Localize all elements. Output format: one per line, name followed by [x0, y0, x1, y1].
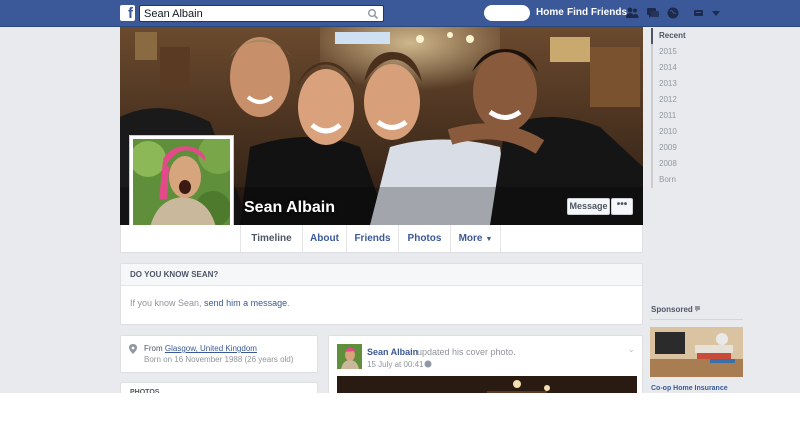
friend-requests-icon[interactable] [625, 6, 639, 20]
privacy-shortcuts-icon[interactable] [693, 6, 707, 20]
sponsored-heading: Sponsored [651, 305, 703, 314]
tab-more-label: More [458, 233, 483, 244]
year-2014[interactable]: 2014 [651, 60, 731, 76]
notifications-globe-icon[interactable] [666, 6, 680, 20]
tab-friends[interactable]: Friends [346, 225, 398, 252]
hometown-label: From [144, 344, 165, 353]
year-recent[interactable]: Recent [651, 28, 731, 44]
message-button[interactable]: Message [567, 198, 610, 215]
search-icon[interactable] [367, 8, 379, 20]
sponsored-divider [650, 319, 743, 320]
post-author-name[interactable]: Sean Albain [367, 347, 418, 357]
user-profile-link[interactable] [484, 5, 530, 21]
tab-more[interactable]: More ▼ [450, 225, 501, 252]
facebook-logo-icon[interactable]: f [120, 5, 135, 21]
ad-image[interactable] [650, 327, 743, 377]
year-born[interactable]: Born [651, 172, 731, 188]
sponsored-label[interactable]: Sponsored [651, 305, 693, 314]
post-author-avatar[interactable] [337, 344, 362, 369]
ad-title[interactable]: Co-op Home Insurance [651, 385, 728, 392]
send-message-link[interactable]: send him a message [204, 298, 287, 308]
account-menu-chevron-down-icon[interactable] [709, 6, 723, 20]
more-options-button[interactable]: ••• [611, 198, 633, 215]
year-2015[interactable]: 2015 [651, 44, 731, 60]
year-2010[interactable]: 2010 [651, 124, 731, 140]
tab-about[interactable]: About [302, 225, 346, 252]
public-globe-icon [424, 360, 432, 368]
birthday-text: Born on 16 November 1988 (26 years old) [144, 355, 294, 364]
chevron-down-icon: ▼ [485, 236, 493, 243]
profile-picture-image [133, 139, 230, 238]
intro-card: From Glasgow, United Kingdom Born on 16 … [120, 335, 318, 373]
search-input[interactable] [140, 6, 365, 21]
year-2011[interactable]: 2011 [651, 108, 731, 124]
timeline-year-nav: Recent 2015 2014 2013 2012 2011 2010 200… [651, 28, 731, 188]
location-pin-icon [129, 344, 137, 354]
post-timestamp[interactable]: 15 July at 00:41 · [367, 360, 428, 369]
profile-name[interactable]: Sean Albain [244, 199, 335, 217]
do-you-know-title: DO YOU KNOW SEAN? [121, 264, 642, 286]
post-action-text: updated his cover photo. [417, 347, 516, 357]
year-2009[interactable]: 2009 [651, 140, 731, 156]
do-you-know-prefix: If you know Sean, [130, 298, 205, 308]
post-options-chevron-icon[interactable]: ⌄ [627, 344, 635, 355]
bottom-blank-area [0, 393, 800, 425]
hometown-link[interactable]: Glasgow, United Kingdom [165, 344, 257, 353]
year-2012[interactable]: 2012 [651, 92, 731, 108]
home-link[interactable]: Home [536, 7, 564, 18]
tab-photos[interactable]: Photos [398, 225, 450, 252]
messages-icon[interactable] [646, 6, 660, 20]
tab-timeline[interactable]: Timeline [240, 225, 302, 252]
find-friends-link[interactable]: Find Friends [567, 7, 627, 18]
year-2013[interactable]: 2013 [651, 76, 731, 92]
profile-tab-bar: Timeline About Friends Photos More ▼ [120, 225, 643, 253]
ad-choices-icon[interactable] [695, 305, 703, 312]
hometown-line: From Glasgow, United Kingdom [144, 344, 257, 353]
do-you-know-suffix: . [287, 298, 290, 308]
top-nav-bar: f Home Find Friends [0, 0, 800, 27]
do-you-know-card: DO YOU KNOW SEAN? If you know Sean, send… [120, 263, 643, 325]
do-you-know-text: If you know Sean, send him a message. [121, 286, 642, 308]
year-2008[interactable]: 2008 [651, 156, 731, 172]
search-box[interactable] [139, 5, 384, 22]
